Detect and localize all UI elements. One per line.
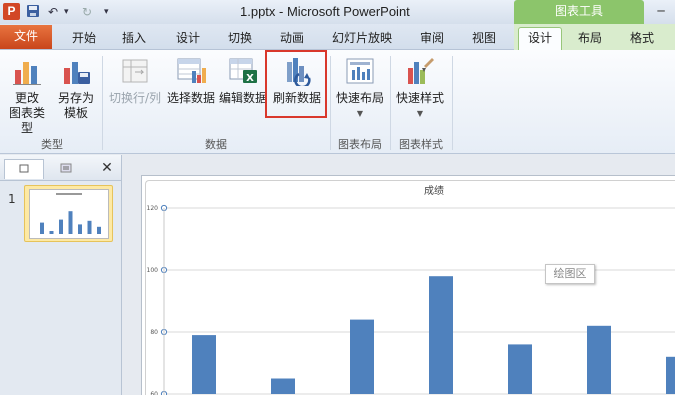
outline-icon: [60, 163, 72, 173]
save-template-label-2: 模板: [63, 106, 88, 120]
change-chart-type-label-2: 图表类型: [8, 106, 45, 135]
quick-style-dropdown-icon: ▼: [416, 109, 424, 118]
tab-chart-layout[interactable]: 布局: [570, 28, 610, 50]
refresh-data-highlight: [265, 50, 327, 118]
quick-style-icon: [408, 58, 434, 84]
tab-home[interactable]: 开始: [64, 28, 104, 50]
edit-data-label: 编辑数据: [218, 91, 267, 105]
tab-slides-thumbnails[interactable]: [4, 159, 44, 179]
svg-text:X: X: [246, 73, 254, 84]
thumbnail-bar: [78, 224, 82, 234]
tab-insert[interactable]: 插入: [114, 28, 154, 50]
thumbnail-bar: [87, 220, 92, 234]
slide-number: 1: [8, 192, 16, 206]
thumbnail-title: [56, 193, 82, 195]
ribbon: 更改 图表类型 另存为 模板 类型 切换行/列 选择数据 X 编辑数据 刷新数据…: [0, 50, 675, 154]
quick-style-button[interactable]: 快速样式 ▼: [393, 54, 447, 121]
select-data-icon: [177, 58, 206, 83]
edit-data-button[interactable]: X 编辑数据: [218, 54, 268, 106]
group-label-data: 数据: [205, 138, 227, 151]
tab-transitions[interactable]: 切换: [220, 28, 260, 50]
change-chart-type-label-1: 更改: [14, 91, 39, 105]
plot-area-tooltip: 绘图区: [545, 264, 595, 284]
tab-view[interactable]: 视图: [464, 28, 504, 50]
undo-icon[interactable]: ↶: [48, 4, 58, 20]
slides-pane-tabs: ✕: [0, 155, 121, 181]
slide-thumbnail-icon: [19, 164, 29, 173]
edit-data-icon: X: [229, 58, 257, 84]
chart-type-icon: [13, 62, 41, 85]
save-template-label-1: 另存为: [57, 91, 94, 105]
quick-layout-label: 快速布局: [335, 91, 384, 105]
tab-outline[interactable]: [44, 159, 88, 179]
powerpoint-logo-icon[interactable]: P: [3, 3, 20, 20]
group-separator: [102, 56, 103, 150]
tab-slide-show[interactable]: 幻灯片放映: [326, 28, 398, 50]
tab-animations[interactable]: 动画: [272, 28, 312, 50]
group-separator: [452, 56, 453, 150]
quick-style-label: 快速样式: [395, 91, 444, 105]
change-chart-type-button[interactable]: 更改 图表类型: [4, 54, 50, 136]
switch-row-column-label: 切换行/列: [108, 91, 162, 105]
select-data-label: 选择数据: [166, 91, 215, 105]
window-title: 1.pptx - Microsoft PowerPoint: [240, 4, 410, 19]
group-label-chart-layout: 图表布局: [338, 138, 382, 151]
thumbnail-bar: [49, 231, 54, 234]
tab-chart-design[interactable]: 设计: [518, 27, 562, 52]
slide-thumbnail-chart: [40, 193, 101, 234]
chart-tools-header: 图表工具: [514, 0, 644, 24]
switch-row-column-icon: [122, 59, 148, 83]
thumbnail-bar: [97, 226, 101, 234]
thumbnail-bar: [40, 222, 44, 234]
tab-design[interactable]: 设计: [168, 28, 208, 50]
quick-layout-button[interactable]: 快速布局 ▼: [333, 54, 387, 121]
title-bar: P ↶ ▾ ↻ ▾ 1.pptx - Microsoft PowerPoint …: [0, 0, 675, 24]
thumbnail-bar: [59, 219, 63, 234]
thumbnail-bar: [68, 211, 73, 234]
close-pane-icon[interactable]: ✕: [98, 159, 116, 179]
chart-area[interactable]: [145, 180, 675, 395]
group-separator: [390, 56, 391, 150]
undo-dropdown-icon[interactable]: ▾: [64, 4, 69, 20]
tab-file[interactable]: 文件: [0, 25, 52, 49]
save-as-template-button[interactable]: 另存为 模板: [54, 54, 98, 121]
tab-chart-format[interactable]: 格式: [620, 28, 664, 50]
tab-review[interactable]: 审阅: [412, 28, 452, 50]
customize-qat-icon[interactable]: ▾: [104, 4, 109, 20]
group-label-chart-style: 图表样式: [399, 138, 443, 151]
select-data-button[interactable]: 选择数据: [166, 54, 216, 106]
group-separator: [330, 56, 331, 150]
slide-thumbnail-selected[interactable]: [24, 185, 113, 242]
minimize-button[interactable]: ─: [650, 3, 672, 19]
redo-icon[interactable]: ↻: [82, 4, 92, 20]
switch-row-column-button[interactable]: 切换行/列: [106, 54, 164, 106]
group-label-type: 类型: [41, 138, 63, 151]
slide-thumbnail: [29, 189, 109, 239]
save-template-icon: [64, 62, 90, 84]
quick-layout-icon: [346, 58, 374, 84]
save-icon[interactable]: [26, 4, 40, 20]
quick-layout-dropdown-icon: ▼: [356, 109, 364, 118]
